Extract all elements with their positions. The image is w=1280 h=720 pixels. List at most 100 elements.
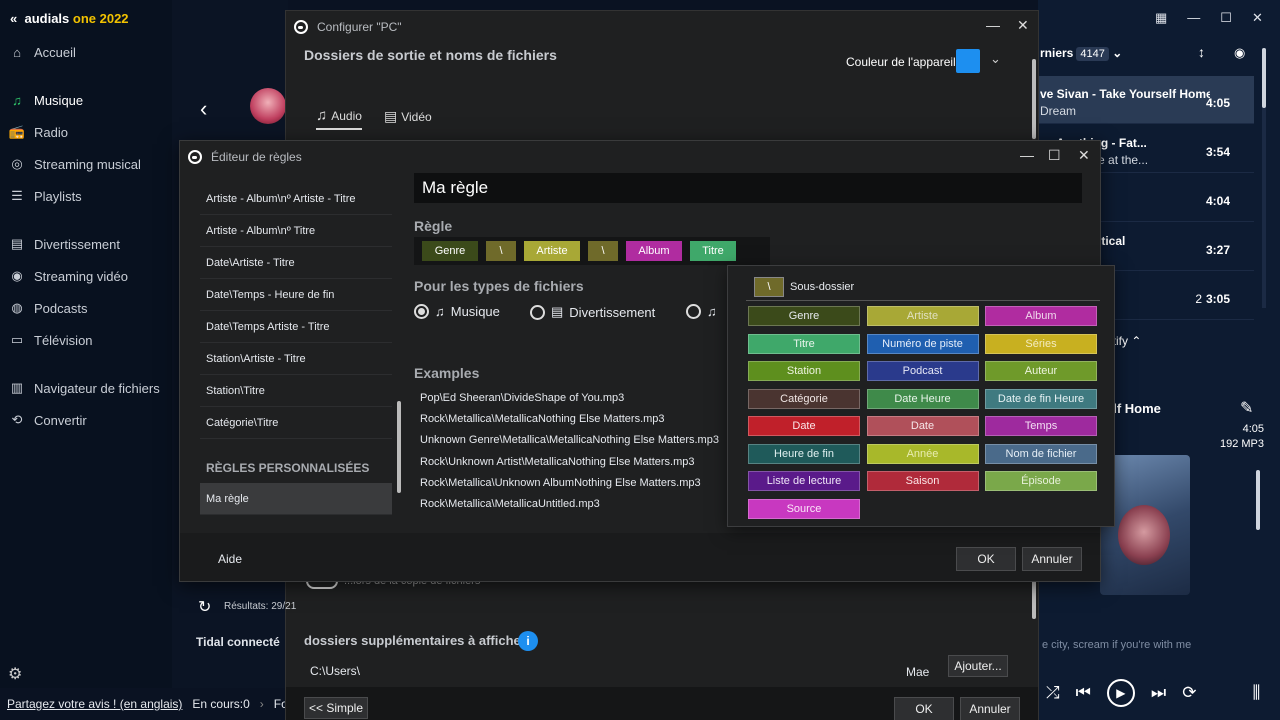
rule-list-item[interactable]: Date\Temps Artiste - Titre bbox=[200, 311, 392, 343]
minimize-icon[interactable]: — bbox=[1020, 147, 1034, 163]
tag-chip-artiste[interactable]: Artiste bbox=[866, 306, 979, 326]
rule-ok-button[interactable]: OK bbox=[956, 547, 1016, 571]
rule-name-input[interactable]: Ma règle bbox=[414, 173, 1082, 203]
tag-chip-liste-de-lecture[interactable]: Liste de lecture bbox=[748, 471, 860, 491]
sidebar-item-accueil[interactable]: ⌂ Accueil bbox=[0, 37, 172, 67]
rule-list-scroll-thumb[interactable] bbox=[397, 401, 401, 493]
in-progress-status[interactable]: En cours:0 bbox=[192, 697, 249, 711]
rule-list-item[interactable]: Catégorie\Titre bbox=[200, 407, 392, 439]
tag-chip-temps[interactable]: Temps bbox=[985, 416, 1097, 436]
sort-icon[interactable]: ↕ bbox=[1198, 44, 1205, 60]
radio-unchecked[interactable] bbox=[530, 304, 545, 320]
scroll-thumb[interactable] bbox=[1032, 59, 1036, 139]
tag-chip-heure-de-fin[interactable]: Heure de fin bbox=[748, 443, 860, 464]
tag-chip-saison[interactable]: Saison bbox=[866, 471, 979, 491]
rule-chip-separator[interactable]: \ bbox=[486, 241, 516, 261]
tag-chip-genre[interactable]: Genre bbox=[748, 306, 860, 326]
artist-avatar[interactable] bbox=[250, 88, 286, 124]
chevron-down-icon[interactable]: ⌄ bbox=[990, 51, 1001, 67]
previous-icon[interactable]: ⏮ bbox=[1076, 683, 1091, 703]
scroll-thumb[interactable] bbox=[1262, 48, 1266, 108]
sidebar-item-musique[interactable]: ♫ Musique bbox=[0, 85, 172, 115]
tag-chip-date-de-fin-heure[interactable]: Date de fin Heure bbox=[985, 388, 1097, 409]
sidebar-item-divertissement[interactable]: ▤ Divertissement bbox=[0, 229, 172, 259]
minimize-icon[interactable]: — bbox=[1187, 10, 1200, 26]
device-color-swatch[interactable] bbox=[956, 49, 980, 73]
close-icon[interactable]: ✕ bbox=[1017, 17, 1029, 34]
scroll-thumb-lower[interactable] bbox=[1032, 579, 1036, 619]
settings-icon[interactable]: ⚙ bbox=[8, 664, 22, 684]
rule-chip-artiste[interactable]: Artiste bbox=[524, 241, 580, 261]
custom-rule-item[interactable]: Ma règle bbox=[200, 483, 392, 515]
simple-mode-button[interactable]: << Simple bbox=[304, 697, 368, 719]
close-icon[interactable]: ✕ bbox=[1078, 147, 1090, 164]
tab-video[interactable]: ▤ Vidéo bbox=[384, 107, 432, 130]
shuffle-icon[interactable]: ⤮ bbox=[1046, 683, 1060, 703]
tag-chip-nom-de-fichier[interactable]: Nom de fichier bbox=[985, 443, 1097, 464]
next-icon[interactable]: ⏭ bbox=[1151, 683, 1166, 703]
rule-list-item[interactable]: Station\Titre bbox=[200, 375, 392, 407]
tag-chip-titre[interactable]: Titre bbox=[748, 333, 860, 354]
refresh-icon[interactable]: ↻ bbox=[198, 597, 211, 617]
type-other-radio[interactable]: ♫ bbox=[686, 304, 717, 319]
chevron-down-icon[interactable]: ⌄ bbox=[1112, 46, 1122, 60]
rule-chip-album[interactable]: Album bbox=[626, 241, 682, 261]
tag-chip-podcast[interactable]: Podcast bbox=[866, 361, 979, 381]
configure-ok-button[interactable]: OK bbox=[894, 697, 954, 720]
tag-chip-date-heure[interactable]: Date Heure bbox=[866, 388, 979, 409]
minimize-icon[interactable]: — bbox=[986, 17, 1000, 33]
tag-chip-station[interactable]: Station bbox=[748, 361, 860, 381]
sidebar-item-streaming-musical[interactable]: ◎ Streaming musical bbox=[0, 149, 172, 179]
tag-chip-date[interactable]: Date bbox=[748, 416, 860, 436]
maximize-icon[interactable]: ☐ bbox=[1048, 147, 1061, 164]
rule-list-item[interactable]: Artiste - Album\nº Titre bbox=[200, 215, 392, 247]
tag-chip-auteur[interactable]: Auteur bbox=[985, 361, 1097, 381]
track-row[interactable]: ve Sivan - Take Yourself Home Dream 4:05 bbox=[1038, 76, 1254, 124]
tag-chip-series[interactable]: Séries bbox=[985, 333, 1097, 354]
track-list-scrollbar[interactable] bbox=[1262, 48, 1266, 308]
tag-chip-date[interactable]: Date bbox=[866, 416, 979, 436]
info-icon[interactable]: i bbox=[518, 631, 538, 651]
subfolder-chip[interactable]: \ bbox=[754, 277, 784, 297]
rule-chip-genre[interactable]: Genre bbox=[422, 241, 478, 261]
tag-chip-categorie[interactable]: Catégorie bbox=[748, 388, 860, 409]
help-link[interactable]: Aide bbox=[218, 552, 242, 566]
sidebar-item-television[interactable]: ▭ Télévision bbox=[0, 325, 172, 355]
tag-chip-source[interactable]: Source bbox=[748, 498, 860, 519]
play-icon[interactable]: ▶ bbox=[1106, 679, 1135, 707]
radio-unchecked[interactable] bbox=[686, 304, 701, 319]
rule-chip-titre[interactable]: Titre bbox=[690, 241, 736, 261]
sidebar-item-podcasts[interactable]: ◍ Podcasts bbox=[0, 293, 172, 323]
sidebar-item-streaming-video[interactable]: ◉ Streaming vidéo bbox=[0, 261, 172, 291]
rule-chip-separator[interactable]: \ bbox=[588, 241, 618, 261]
type-music-radio[interactable]: ♫ Musique bbox=[414, 304, 500, 319]
layout-icon[interactable]: ▦ bbox=[1155, 10, 1167, 26]
radio-checked[interactable] bbox=[414, 304, 429, 319]
configure-cancel-button[interactable]: Annuler bbox=[960, 697, 1020, 720]
tag-chip-album[interactable]: Album bbox=[985, 306, 1097, 326]
tag-chip-annee[interactable]: Année bbox=[866, 443, 979, 464]
sidebar-item-convertir[interactable]: ⟲ Convertir bbox=[0, 405, 172, 435]
tag-chip-numero-de-piste[interactable]: Numéro de piste bbox=[866, 333, 979, 354]
rule-list-item[interactable]: Date\Temps - Heure de fin bbox=[200, 279, 392, 311]
sidebar-item-radio[interactable]: 📻 Radio bbox=[0, 117, 172, 147]
lyrics-scroll-thumb[interactable] bbox=[1256, 470, 1260, 530]
rule-list-item[interactable]: Artiste - Album\nº Artiste - Titre bbox=[200, 183, 392, 215]
feedback-link[interactable]: Partagez votre avis ! (en anglais) bbox=[7, 697, 182, 711]
back-arrow-icon[interactable]: ‹ bbox=[200, 96, 207, 122]
rule-list-item[interactable]: Date\Artiste - Titre bbox=[200, 247, 392, 279]
add-folder-button[interactable]: Ajouter... bbox=[948, 655, 1008, 677]
eye-icon[interactable]: ◉ bbox=[1234, 45, 1245, 61]
tab-audio[interactable]: ♫ Audio bbox=[316, 107, 362, 130]
edit-icon[interactable]: ✎ bbox=[1240, 398, 1253, 418]
tag-chip-episode[interactable]: Épisode bbox=[985, 471, 1097, 491]
recent-header[interactable]: rniers 4147 ⌄ bbox=[1040, 46, 1122, 61]
rule-cancel-button[interactable]: Annuler bbox=[1022, 547, 1082, 571]
collapse-sidebar-icon[interactable]: « bbox=[10, 11, 17, 26]
type-entertainment-radio[interactable]: ▤ Divertissement bbox=[530, 304, 655, 320]
chevron-up-icon[interactable]: ⌃ bbox=[1131, 334, 1141, 348]
repeat-icon[interactable]: ⟳ bbox=[1182, 683, 1196, 703]
rule-builder[interactable]: Genre \ Artiste \ Album Titre bbox=[414, 237, 770, 265]
sidebar-item-navigateur-de-fichiers[interactable]: ▥ Navigateur de fichiers bbox=[0, 373, 172, 403]
rule-list-item[interactable]: Station\Artiste - Titre bbox=[200, 343, 392, 375]
